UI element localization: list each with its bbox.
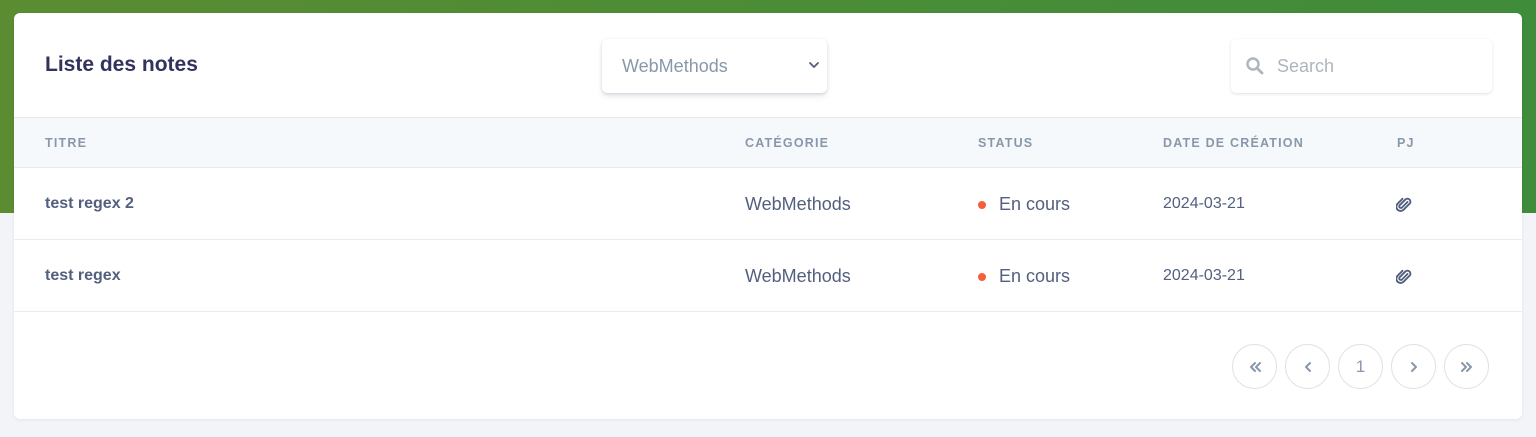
status-dot [978, 201, 986, 209]
note-status: En cours [978, 240, 1070, 312]
previous-page-button[interactable] [1285, 344, 1330, 389]
card-title: Liste des notes [45, 53, 198, 76]
pagination: 1 [1232, 344, 1489, 389]
double-chevron-right-icon [1460, 361, 1472, 372]
next-page-button[interactable] [1391, 344, 1436, 389]
note-date: 2024-03-21 [1163, 195, 1245, 212]
column-header-titre[interactable]: TITRE [45, 136, 87, 150]
double-chevron-left-icon [1249, 361, 1261, 372]
table-row[interactable]: test regex WebMethods En cours 2024-03-2… [14, 240, 1522, 312]
chevron-left-icon [1304, 361, 1311, 372]
search-icon [1246, 57, 1264, 75]
column-header-date[interactable]: DATE DE CRÉATION [1163, 136, 1304, 150]
last-page-button[interactable] [1444, 344, 1489, 389]
note-attachment[interactable] [1396, 240, 1412, 312]
note-category: WebMethods [745, 193, 851, 214]
note-title[interactable]: test regex [45, 240, 121, 312]
table-row[interactable]: test regex 2 WebMethods En cours 2024-03… [14, 168, 1522, 240]
status-label: En cours [999, 193, 1071, 214]
notes-card: Liste des notes WebMethods TITRE CATÉGOR… [14, 13, 1522, 419]
paperclip-icon[interactable] [1396, 196, 1412, 213]
status-label: En cours [999, 265, 1071, 286]
search-box [1231, 39, 1492, 93]
first-page-button[interactable] [1232, 344, 1277, 389]
chevron-down-icon [809, 62, 819, 68]
note-title[interactable]: test regex 2 [45, 168, 134, 240]
note-attachment[interactable] [1396, 168, 1412, 240]
paperclip-icon[interactable] [1396, 268, 1412, 285]
column-header-categorie[interactable]: CATÉGORIE [745, 136, 829, 150]
category-select[interactable]: WebMethods [602, 39, 827, 93]
note-date: 2024-03-21 [1163, 267, 1245, 284]
table-header: TITRE CATÉGORIE STATUS DATE DE CRÉATION … [14, 118, 1522, 168]
column-header-status[interactable]: STATUS [978, 136, 1033, 150]
search-input[interactable] [1277, 39, 1482, 93]
note-status: En cours [978, 168, 1070, 240]
card-header: Liste des notes WebMethods [14, 13, 1522, 118]
status-dot [978, 273, 986, 281]
note-category: WebMethods [745, 265, 851, 286]
column-header-pj[interactable]: PJ [1397, 136, 1415, 150]
chevron-right-icon [1410, 361, 1417, 372]
category-select-value: WebMethods [622, 55, 728, 76]
page-number-button[interactable]: 1 [1338, 344, 1383, 389]
